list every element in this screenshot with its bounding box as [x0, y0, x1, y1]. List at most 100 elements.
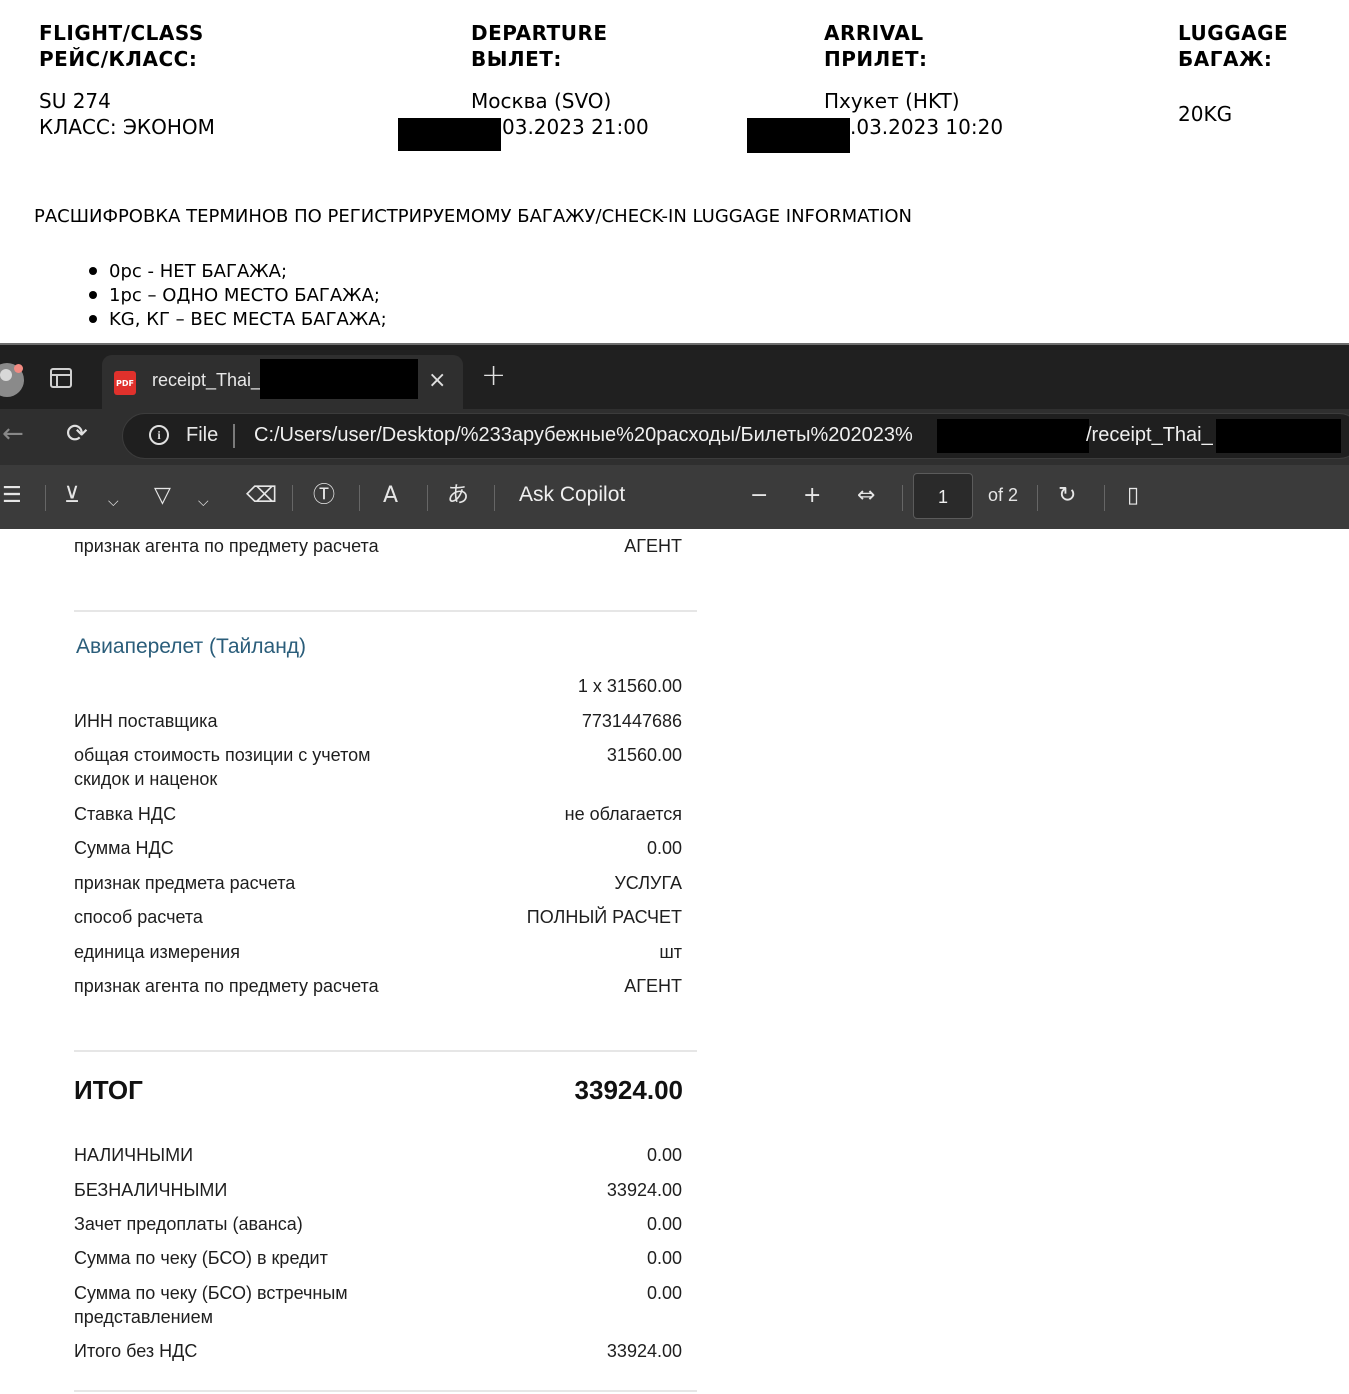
divider: [427, 485, 428, 511]
divider: [1037, 485, 1038, 511]
redaction-box: [1216, 419, 1341, 453]
row-label: единица измерения: [74, 942, 240, 962]
contents-menu-icon[interactable]: ☰: [2, 483, 22, 509]
row-value: 0.00: [646, 1214, 682, 1234]
row-value: 7731447686: [581, 711, 682, 731]
total-value: 33924.00: [574, 1075, 683, 1105]
row-label: Сумма по чеку (БСО) встречным представле…: [74, 1283, 348, 1327]
page-number-input[interactable]: 1: [913, 473, 973, 519]
divider: [74, 1050, 697, 1052]
row-label: Зачет предоплаты (аванса): [74, 1214, 303, 1234]
row-value: АГЕНТ: [624, 976, 682, 996]
list-item: 0pc - НЕТ БАГАЖА;: [88, 260, 387, 284]
chevron-down-icon[interactable]: ⌵: [198, 489, 209, 515]
divider: [359, 485, 360, 511]
flight-class-column: FLIGHT/CLASS РЕЙС/КЛАСС: SU 274 КЛАСС: Э…: [39, 20, 215, 140]
row-value: ПОЛНЫЙ РАСЧЕТ: [526, 907, 682, 927]
address-bar-row: ← ⟳ i File C:/Users/user/Desktop/%233ару…: [0, 409, 1349, 465]
row-label: Сумма НДС: [74, 838, 174, 858]
row-value: 33924.00: [606, 1341, 682, 1361]
luggage-header-ru: БАГАЖ:: [1178, 47, 1273, 71]
pdf-page: признак агента по предмету расчета АГЕНТ…: [0, 529, 1349, 1394]
text-box-icon[interactable]: Ⓣ: [313, 483, 335, 509]
address-bar[interactable]: i File C:/Users/user/Desktop/%233арубежн…: [122, 413, 1349, 459]
arrival-header-ru: ПРИЛЕТ:: [824, 47, 928, 71]
zoom-out-icon[interactable]: −: [750, 483, 768, 509]
row-value: 0.00: [646, 1283, 682, 1303]
redaction-box: [260, 359, 418, 399]
row-label: общая стоимость позиции с учетом скидок …: [74, 745, 371, 789]
row-value: 33924.00: [606, 1180, 682, 1200]
divider: [233, 424, 235, 448]
list-item: 1pc – ОДНО МЕСТО БАГАЖА;: [88, 284, 387, 308]
luggage-terms-title: РАСШИФРОВКА ТЕРМИНОВ ПО РЕГИСТРИРУЕМОМУ …: [34, 206, 912, 227]
back-arrow-icon[interactable]: ←: [2, 419, 24, 449]
pdf-toolbar: ☰ ⊻ ⌵ ▽ ⌵ ⌫ Ⓣ A あ Ask Copilot − + ⇔ 1 of…: [0, 465, 1349, 529]
page-view-icon[interactable]: ▯: [1127, 483, 1139, 509]
arrival-airport: Пхукет (HKT): [824, 89, 960, 113]
list-item: KG, КГ – ВЕС МЕСТА БАГАЖА;: [88, 308, 387, 332]
departure-header-en: DEPARTURE: [471, 21, 608, 45]
row-label: НАЛИЧНЫМИ: [74, 1145, 194, 1165]
ask-copilot-button[interactable]: Ask Copilot: [519, 483, 625, 507]
divider: [494, 485, 495, 511]
divider: [1104, 485, 1105, 511]
divider: [74, 610, 697, 612]
reload-icon[interactable]: ⟳: [66, 419, 88, 449]
row-label: признак предмета расчета: [74, 873, 296, 893]
luggage-header-en: LUGGAGE: [1178, 21, 1289, 45]
row-value: шт: [659, 942, 682, 962]
page-count: of 2: [988, 485, 1019, 505]
tab-actions-icon[interactable]: [50, 368, 72, 388]
redaction-box: [398, 118, 501, 151]
flight-number: SU 274: [39, 89, 111, 113]
row-label: Ставка НДС: [74, 804, 177, 824]
arrival-column: ARRIVAL ПРИЛЕТ: Пхукет (HKT) .03.2023 10…: [824, 20, 1003, 140]
row-label: признак агента по предмету расчета: [74, 536, 379, 556]
row-value: УСЛУГА: [614, 873, 682, 893]
new-tab-icon[interactable]: +: [481, 361, 506, 391]
row-value: 0.00: [646, 1248, 682, 1268]
row-value: 0.00: [646, 838, 682, 858]
luggage-allowance: 20KG: [1178, 102, 1233, 126]
info-icon[interactable]: i: [149, 425, 169, 445]
rotate-icon[interactable]: ↻: [1058, 483, 1076, 509]
translate-icon[interactable]: あ: [447, 483, 469, 509]
row-label: признак агента по предмету расчета: [74, 976, 379, 996]
departure-airport: Москва (SVO): [471, 89, 612, 113]
zoom-in-icon[interactable]: +: [803, 483, 821, 509]
pdf-file-icon: PDF: [114, 371, 136, 395]
luggage-terms-list: 0pc - НЕТ БАГАЖА; 1pc – ОДНО МЕСТО БАГАЖ…: [88, 260, 387, 332]
eraser-icon[interactable]: ⌫: [246, 483, 277, 509]
row-label: способ расчета: [74, 907, 203, 927]
departure-header-ru: ВЫЛЕТ:: [471, 47, 562, 71]
receipt-row: признак агента по предмету расчета АГЕНТ: [74, 534, 682, 582]
luggage-column: LUGGAGE БАГАЖ: 20KG: [1178, 20, 1288, 127]
close-tab-icon[interactable]: ×: [428, 368, 446, 393]
row-value: АГЕНТ: [624, 536, 682, 556]
quantity-price-row: 1 x 31560.00: [74, 674, 682, 698]
flight-class: КЛАСС: ЭКОНОМ: [39, 115, 215, 139]
tab-receipt[interactable]: PDF receipt_Thai_S ×: [102, 355, 463, 409]
read-aloud-icon[interactable]: A: [383, 483, 398, 509]
tab-title: receipt_Thai_S: [152, 370, 274, 390]
row-value: не облагается: [564, 804, 682, 824]
draw-icon[interactable]: ▽: [154, 483, 171, 509]
arrival-header-en: ARRIVAL: [824, 21, 924, 45]
row-label: Сумма по чеку (БСО) в кредит: [74, 1248, 328, 1268]
highlight-icon[interactable]: ⊻: [64, 483, 80, 509]
redaction-box: [937, 419, 1089, 453]
row-label: Итого без НДС: [74, 1341, 198, 1361]
section-title: Авиаперелет (Тайланд): [76, 635, 307, 658]
chevron-down-icon[interactable]: ⌵: [108, 489, 119, 515]
address-url[interactable]: C:/Users/user/Desktop/%233арубежные%20ра…: [254, 424, 913, 447]
fit-width-icon[interactable]: ⇔: [857, 483, 875, 509]
flight-class-header-en: FLIGHT/CLASS: [39, 21, 204, 45]
arrival-datetime: .03.2023 10:20: [850, 115, 1004, 139]
address-url-tail[interactable]: /receipt_Thai_: [1086, 424, 1213, 447]
row-label: ИНН поставщика: [74, 711, 218, 731]
address-scheme-label: File: [186, 424, 219, 446]
divider: [45, 485, 46, 511]
flight-class-header-ru: РЕЙС/КЛАСС:: [39, 47, 198, 71]
browser-window: PDF receipt_Thai_S × + ← ⟳ i File C:/Use…: [0, 343, 1349, 1394]
